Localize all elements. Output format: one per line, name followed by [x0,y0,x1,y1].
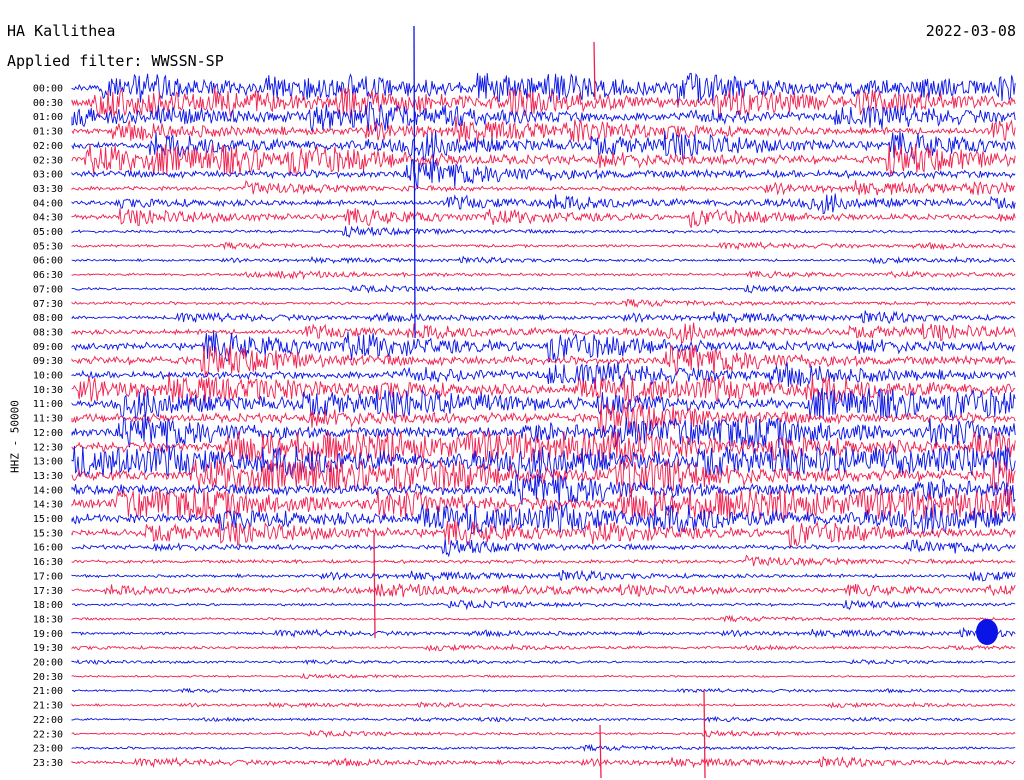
seismic-trace [71,361,1016,389]
row-time-label: 13:00 [33,457,63,468]
row-time-label: 07:00 [33,284,63,295]
seismic-trace [71,743,1016,752]
row-time-label: 08:30 [33,327,63,338]
seismic-trace [71,310,1016,325]
row-time-label: 12:30 [33,442,63,453]
seismic-trace [71,569,1016,582]
row-time-label: 16:00 [33,543,63,554]
seismic-trace [71,672,1016,680]
seismic-trace [71,554,1016,567]
seismic-trace [71,241,1016,251]
seismic-trace [71,255,1016,265]
seismic-trace [71,179,1016,196]
row-time-label: 03:30 [33,184,63,195]
row-time-label: 23:30 [33,758,63,769]
row-time-label: 22:30 [33,729,63,740]
row-time-label: 23:00 [33,744,63,755]
seismic-trace [71,658,1016,666]
row-time-label: 00:00 [33,84,63,95]
row-time-label: 11:00 [33,399,63,410]
row-time-label: 06:00 [33,256,63,267]
event-burst [976,619,998,645]
event-spike [373,534,376,639]
seismic-trace [71,101,1016,132]
row-time-label: 13:30 [33,471,63,482]
seismic-trace [71,116,1016,143]
row-time-label: 20:00 [33,658,63,669]
helicorder-plot: 00:00 00:30 01:00 01:30 02:00 02:30 03:00 03:30… [33,25,1016,779]
seismic-trace [71,225,1016,239]
seismic-trace [71,583,1016,598]
row-time-label: 08:00 [33,313,63,324]
seismic-trace [71,729,1016,738]
event-spike [703,689,706,779]
seismic-trace [71,458,1016,493]
row-time-label: 00:30 [33,98,63,109]
row-time-label: 09:30 [33,356,63,367]
row-time-label: 01:00 [33,112,63,123]
row-time-label: 19:00 [33,629,63,640]
seismic-trace [71,208,1016,228]
row-time-label: 15:30 [33,528,63,539]
seismic-trace [71,269,1016,280]
row-time-label: 03:00 [33,170,63,181]
seismic-trace [71,284,1016,294]
row-time-label: 06:30 [33,270,63,281]
row-time-label: 17:30 [33,586,63,597]
seismic-trace [71,158,1016,190]
row-time-label: 02:30 [33,155,63,166]
seismic-trace [71,687,1016,694]
seismic-trace [71,538,1016,558]
seismic-trace [71,626,1016,639]
seismic-trace [71,701,1016,709]
row-time-label: 12:00 [33,428,63,439]
row-time-label: 11:30 [33,414,63,425]
row-time-label: 18:30 [33,614,63,625]
row-time-label: 14:30 [33,500,63,511]
row-time-label: 10:00 [33,371,63,382]
seismic-trace [71,715,1016,724]
event-spike [413,25,416,339]
row-time-label: 04:00 [33,198,63,209]
row-time-label: 02:00 [33,141,63,152]
seismic-trace [71,193,1016,215]
row-time-label: 09:00 [33,342,63,353]
seismic-trace [71,756,1016,769]
row-time-label: 01:30 [33,127,63,138]
row-time-label: 19:30 [33,643,63,654]
seismic-trace [71,373,1016,405]
seismic-trace [71,473,1016,507]
row-time-label: 20:30 [33,672,63,683]
seismic-trace [71,643,1016,652]
row-time-label: 10:30 [33,385,63,396]
row-time-label: 22:00 [33,715,63,726]
row-time-label: 04:30 [33,213,63,224]
seismic-trace [71,614,1016,623]
row-time-label: 14:00 [33,485,63,496]
row-time-label: 16:30 [33,557,63,568]
seismic-trace [71,298,1016,309]
row-time-label: 05:00 [33,227,63,238]
row-time-label: 18:00 [33,600,63,611]
row-time-label: 05:30 [33,241,63,252]
row-time-label: 21:30 [33,701,63,712]
seismic-trace [71,599,1016,611]
seismic-trace [71,330,1016,364]
row-time-label: 17:00 [33,571,63,582]
row-time-label: 21:00 [33,686,63,697]
row-time-label: 07:30 [33,299,63,310]
row-time-label: 15:00 [33,514,63,525]
